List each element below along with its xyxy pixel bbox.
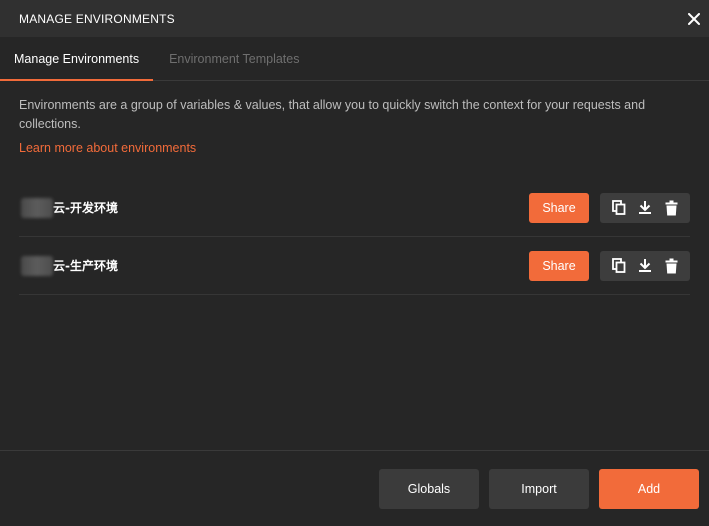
download-button[interactable] (634, 255, 656, 277)
download-icon (639, 201, 651, 214)
close-icon (688, 12, 700, 25)
tab-bar: Manage Environments Environment Template… (0, 37, 709, 81)
close-button[interactable] (681, 0, 707, 37)
tab-manage-environments[interactable]: Manage Environments (0, 37, 154, 81)
duplicate-button[interactable] (608, 197, 630, 219)
delete-button[interactable] (660, 255, 682, 277)
environment-name: 云-生产环境 (53, 259, 118, 273)
modal-content: Environments are a group of variables & … (0, 81, 709, 295)
download-button[interactable] (634, 197, 656, 219)
share-button[interactable]: Share (529, 192, 589, 223)
duplicate-button[interactable] (608, 255, 630, 277)
tab-environment-templates[interactable]: Environment Templates (155, 37, 313, 80)
duplicate-icon (612, 258, 626, 273)
delete-button[interactable] (660, 197, 682, 219)
environment-actions: Share (529, 250, 690, 281)
import-button[interactable]: Import (489, 468, 589, 509)
redacted-text (21, 197, 53, 218)
redacted-text (21, 255, 53, 276)
environment-actions: Share (529, 192, 690, 223)
description-text: Environments are a group of variables & … (19, 98, 646, 131)
modal-header: MANAGE ENVIRONMENTS (0, 0, 709, 37)
environment-icon-group (600, 192, 690, 223)
share-button[interactable]: Share (529, 250, 589, 281)
environment-row: 云-生产环境 Share (19, 237, 690, 295)
environment-name-link[interactable]: 云-生产环境 (19, 255, 118, 276)
environment-icon-group (600, 250, 690, 281)
manage-environments-modal: MANAGE ENVIRONMENTS Manage Environments … (0, 0, 709, 526)
learn-more-link[interactable]: Learn more about environments (19, 141, 196, 155)
trash-icon (665, 258, 677, 273)
duplicate-icon (612, 200, 626, 215)
environment-row: 云-开发环境 Share (19, 179, 690, 237)
modal-footer: Globals Import Add (0, 450, 709, 526)
trash-icon (665, 200, 677, 215)
modal-title: MANAGE ENVIRONMENTS (19, 11, 175, 26)
globals-button[interactable]: Globals (379, 468, 479, 509)
environment-name: 云-开发环境 (53, 201, 118, 215)
add-button[interactable]: Add (599, 468, 699, 509)
environment-list: 云-开发环境 Share 云-生产环境 Share (19, 179, 690, 295)
download-icon (639, 259, 651, 272)
environment-name-link[interactable]: 云-开发环境 (19, 197, 118, 218)
